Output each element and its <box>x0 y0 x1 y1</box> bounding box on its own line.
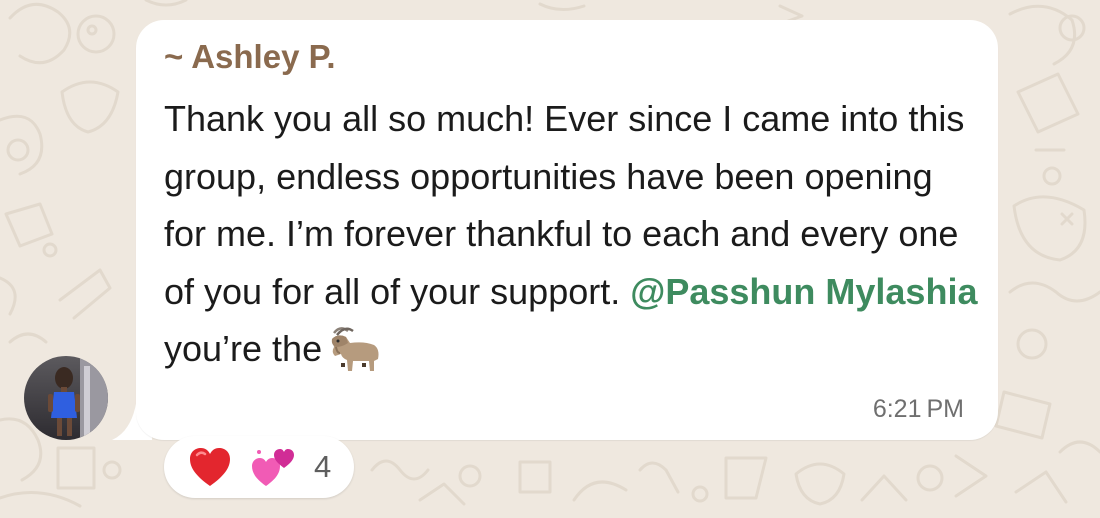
message-body-end: you’re the <box>164 328 323 369</box>
two-hearts-icon <box>252 449 294 486</box>
message-timestamp: 6:21 PM <box>872 395 964 423</box>
avatar-photo <box>24 356 108 440</box>
red-heart-icon <box>190 448 230 486</box>
message-text: Thank you all so much! Ever since I came… <box>164 90 984 378</box>
reaction-count: 4 <box>314 449 332 484</box>
sender-name[interactable]: ~ Ashley P. <box>164 38 336 76</box>
reactions-pill[interactable]: 4 <box>164 436 354 498</box>
message-bubble[interactable]: ~ Ashley P. Thank you all so much! Ever … <box>136 20 998 440</box>
mention-link[interactable]: @Passhun Mylashia <box>630 271 977 312</box>
goat-icon <box>331 327 379 371</box>
